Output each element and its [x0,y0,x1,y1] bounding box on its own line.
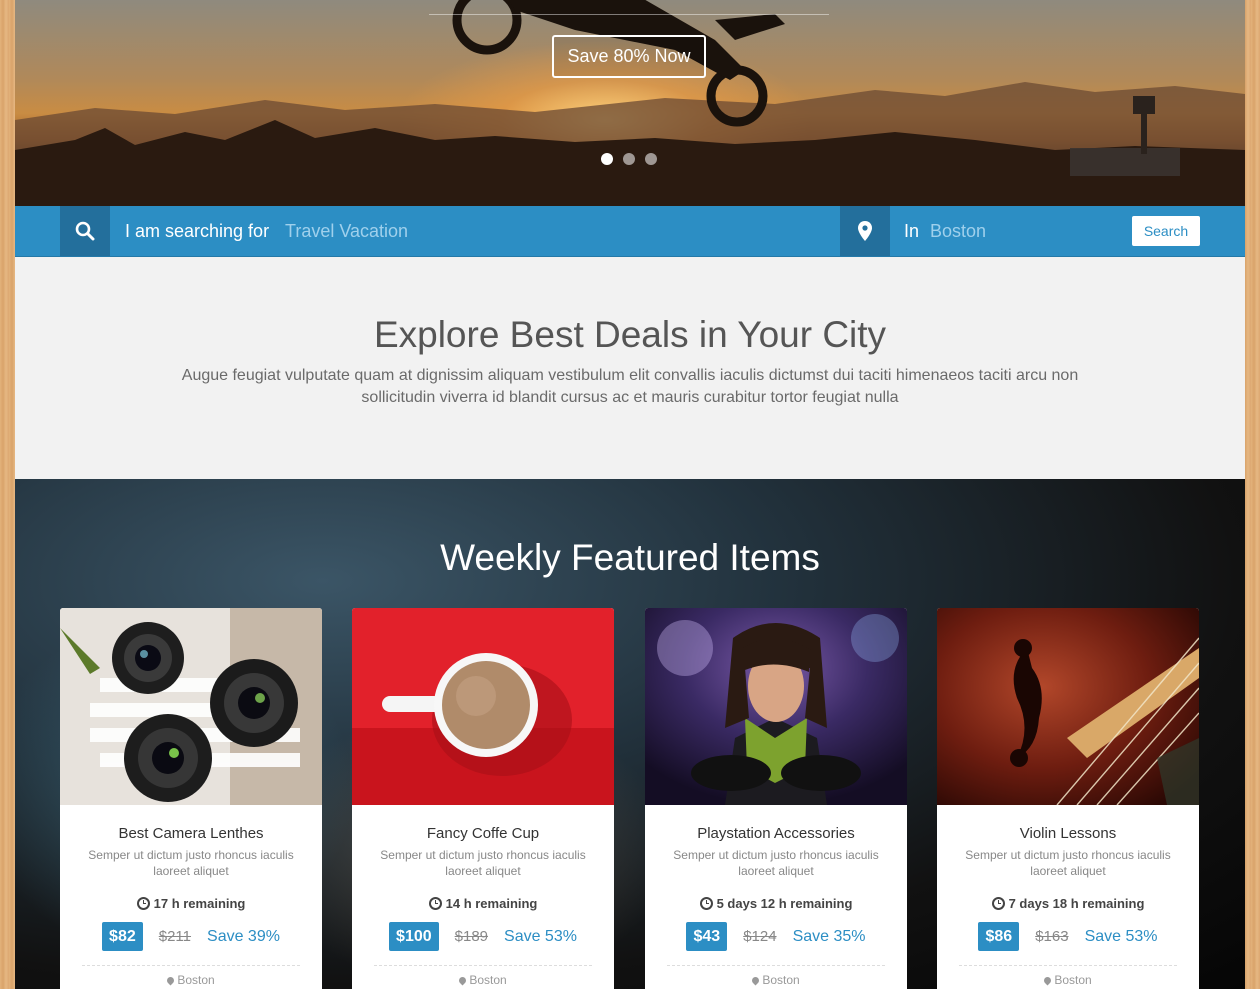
card-divider [667,965,885,966]
deal-description: Semper ut dictum justo rhoncus iaculis l… [88,848,294,878]
explore-description: Augue feugiat vulputate quam at dignissi… [181,367,1079,406]
map-marker-icon [457,975,468,985]
page: Save 80% Now I am searching for In Searc… [15,0,1245,989]
deal-price: $86 [978,922,1020,951]
featured-section: Weekly Featured Items Best Camera Lenthe… [15,479,1245,989]
card-divider [374,965,592,966]
deal-old-price: $189 [454,928,489,945]
violin-image[interactable] [937,608,1199,805]
deal-price: $43 [686,922,728,951]
search-bar: I am searching for In Search [15,206,1245,257]
slider-pagination [601,153,657,165]
deal-old-price: $163 [1035,928,1069,945]
deal-card[interactable]: Fancy Coffe Cup Semper ut dictum justo r… [352,608,614,989]
clock-icon [699,897,713,910]
deal-location: Boston [645,973,907,987]
map-marker-icon [165,975,176,985]
deal-prices: $82 $211 Save 39% [60,922,322,951]
lens-1 [112,622,184,694]
camera-lenses-image[interactable] [60,608,322,805]
save-now-button[interactable]: Save 80% Now [552,35,706,78]
deal-savings: Save 39% [207,927,280,945]
explore-title: Explore Best Deals in Your City [373,314,887,355]
deal-prices: $86 $163 Save 53% [937,922,1199,951]
lens-2 [210,659,298,747]
deal-title[interactable]: Playstation Accessories [645,825,907,842]
deal-description: Semper ut dictum justo rhoncus iaculis l… [965,848,1171,878]
deal-location: Boston [937,973,1199,987]
coffee-cup-image[interactable] [352,608,614,805]
location-label: In [904,221,920,241]
deal-timer: 7 days 18 h remaining [937,896,1199,911]
map-marker-icon [750,975,761,985]
deal-old-price: $124 [743,928,777,945]
card-divider [82,965,300,966]
deal-savings: Save 53% [1084,927,1158,945]
deal-timer: 5 days 12 h remaining [645,896,907,911]
deal-timer: 17 h remaining [60,896,322,911]
hero-background-image [15,0,1245,206]
map-marker-icon [840,206,890,256]
card-divider [959,965,1177,966]
deal-location: Boston [60,973,322,987]
featured-title: Weekly Featured Items [440,537,820,578]
clock-icon [136,897,150,910]
search-icon[interactable] [60,206,110,256]
deal-title[interactable]: Violin Lessons [937,825,1199,842]
deal-prices: $43 $124 Save 35% [645,922,907,951]
deal-card[interactable]: Playstation Accessories Semper ut dictum… [645,608,907,989]
search-query-input[interactable] [285,216,825,246]
deal-price: $82 [102,922,143,951]
explore-section: Explore Best Deals in Your City Augue fe… [15,257,1245,479]
deal-savings: Save 35% [792,927,866,945]
hero-divider [429,14,829,15]
clock-icon [991,897,1005,910]
search-prefix-label: I am searching for [125,221,270,241]
deal-savings: Save 53% [504,927,577,945]
lens-3 [124,714,212,802]
deal-card[interactable]: Best Camera Lenthes Semper ut dictum jus… [60,608,322,989]
deal-title[interactable]: Fancy Coffe Cup [352,825,614,842]
playstation-accessories-image[interactable] [645,608,907,805]
location-input[interactable] [930,216,1120,246]
deal-description: Semper ut dictum justo rhoncus iaculis l… [380,848,586,878]
deal-price: $100 [389,922,439,951]
slider-dot-1[interactable] [601,153,613,165]
deal-prices: $100 $189 Save 53% [352,922,614,951]
map-marker-icon [1042,975,1053,985]
deal-description: Semper ut dictum justo rhoncus iaculis l… [673,848,879,878]
deal-location: Boston [352,973,614,987]
clock-icon [428,897,442,910]
slider-dot-3[interactable] [645,153,657,165]
deal-title[interactable]: Best Camera Lenthes [60,825,322,842]
deal-old-price: $211 [158,928,192,945]
hero-slider: Save 80% Now [15,0,1245,206]
search-button[interactable]: Search [1132,216,1200,246]
deal-timer: 14 h remaining [352,896,614,911]
slider-dot-2[interactable] [623,153,635,165]
deal-card[interactable]: Violin Lessons Semper ut dictum justo rh… [937,608,1199,989]
